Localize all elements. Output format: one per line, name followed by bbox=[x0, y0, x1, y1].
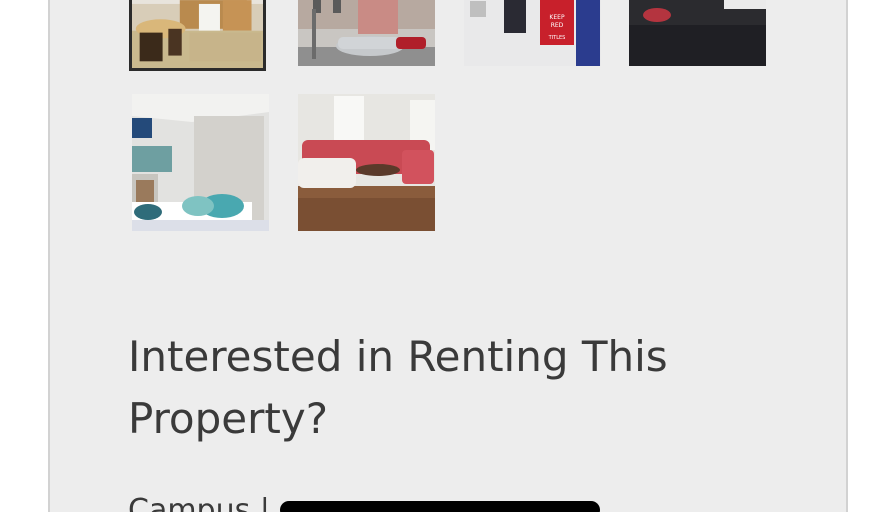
svg-text:RED: RED bbox=[551, 22, 564, 29]
campus-row: Campus | bbox=[128, 496, 600, 512]
thumbnail-bedroom-poster[interactable]: KEEP RED TITLES bbox=[464, 0, 601, 66]
thumbnail-living-room[interactable] bbox=[298, 94, 435, 231]
inquiry-heading-line2: Property? bbox=[128, 394, 329, 443]
campus-label: Campus | bbox=[128, 493, 270, 512]
inquiry-heading: Interested in Renting This Property? bbox=[128, 326, 768, 450]
bedroom-loft-photo bbox=[132, 94, 269, 231]
thumbnail-street[interactable] bbox=[298, 0, 435, 66]
thumbnail-kitchen[interactable] bbox=[129, 0, 266, 71]
thumbnail-bedroom-bed[interactable] bbox=[629, 0, 766, 66]
property-panel: KEEP RED TITLES Interested in Renting Th… bbox=[48, 0, 848, 512]
svg-text:TITLES: TITLES bbox=[548, 35, 566, 41]
bedroom-poster-photo: KEEP RED TITLES bbox=[464, 0, 601, 66]
inquiry-heading-line1: Interested in Renting This bbox=[128, 332, 668, 381]
kitchen-photo bbox=[132, 0, 263, 68]
living-room-photo bbox=[298, 94, 435, 231]
bedroom-bed-photo bbox=[629, 0, 766, 66]
poster-text: KEEP bbox=[549, 14, 565, 21]
thumbnail-bedroom-loft[interactable] bbox=[132, 94, 269, 231]
redacted-campus-value bbox=[279, 501, 600, 512]
street-photo bbox=[298, 0, 435, 66]
